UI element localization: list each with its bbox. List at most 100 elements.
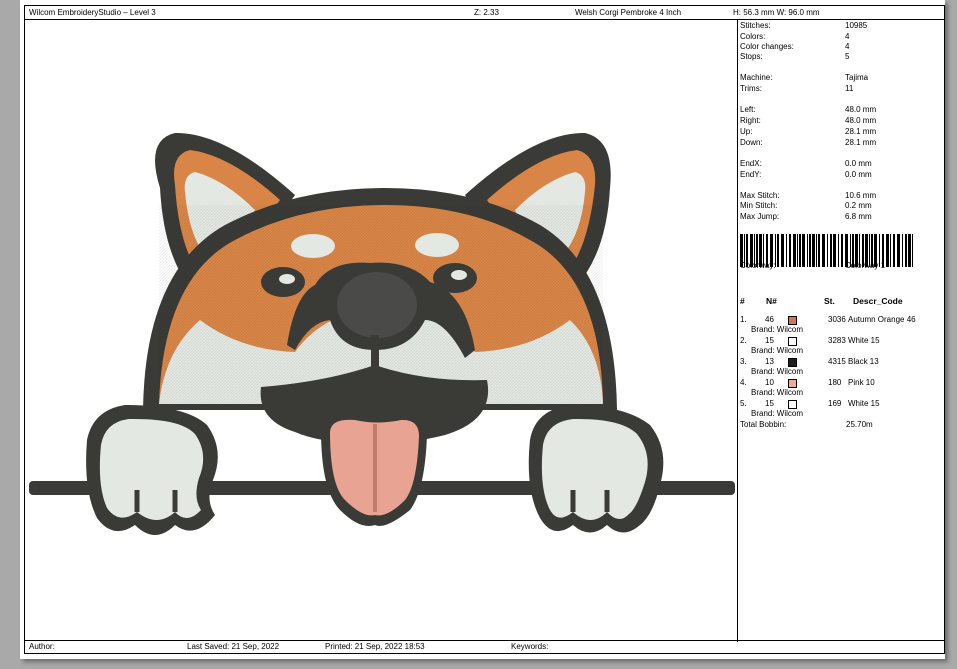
stat-value: 4 [845, 42, 850, 51]
keywords-label: Keywords: [511, 642, 549, 651]
needle-number: 15 [765, 336, 774, 345]
needle-number: 46 [765, 315, 774, 324]
stat-row: Min Stitch: 0.2 mm [740, 201, 940, 211]
col-description-header: Descr_Code [853, 296, 903, 306]
design-canvas [25, 20, 738, 642]
stitch-count: 3036 [828, 315, 846, 324]
thread-description: White 15 [848, 399, 880, 408]
stat-label: Right: [740, 116, 761, 125]
color-swatch [788, 358, 797, 367]
needle-number: 15 [765, 399, 774, 408]
stat-row: Colors: 4 [740, 32, 940, 42]
thread-brand: Brand: Wilcom [751, 325, 804, 334]
stat-row: Max Stitch: 10.6 mm [740, 191, 940, 201]
thread-description: Autumn Orange 46 [848, 315, 916, 324]
stat-label: Stops: [740, 52, 763, 61]
stat-value: 5 [845, 52, 850, 61]
stat-row: Trims: 11 [740, 84, 940, 94]
stat-label: Down: [740, 138, 763, 147]
stat-value: 28.1 mm [845, 138, 877, 147]
color-index: 5. [740, 399, 747, 408]
total-bobbin-label: Total Bobbin: [740, 420, 787, 429]
stat-value: 0.2 mm [845, 201, 872, 210]
stat-row: Machine: Tajima [740, 73, 940, 83]
thread-description: Black 13 [848, 357, 879, 366]
stat-label: Min Stitch: [740, 201, 778, 210]
color-swatch [788, 379, 797, 388]
stat-value: 4 [845, 32, 850, 41]
stat-row: Stops: 5 [740, 52, 940, 62]
stat-value: 10.6 mm [845, 191, 877, 200]
needle-number: 10 [765, 378, 774, 387]
left-eyebrow [291, 234, 335, 258]
stat-value: 0.0 mm [845, 170, 872, 179]
print-preview-sheet: Wilcom EmbroideryStudio – Level 3 Z: 2.3… [20, 0, 945, 659]
stat-row: Color changes: 4 [740, 42, 940, 52]
stat-label: Color changes: [740, 42, 794, 51]
thread-description: Pink 10 [848, 378, 875, 387]
nose [337, 272, 417, 338]
printed-date: Printed: 21 Sep, 2022 18:53 [325, 642, 425, 651]
stat-value: 10985 [845, 21, 868, 30]
author-label: Author: [29, 642, 55, 651]
color-row: 2. 15 3283 White 15 [738, 336, 938, 346]
color-swatch [788, 337, 797, 346]
design-name: Welsh Corgi Pembroke 4 Inch [575, 8, 682, 17]
worksheet-frame: Wilcom EmbroideryStudio – Level 3 Z: 2.3… [24, 5, 945, 654]
stat-label: EndY: [740, 170, 762, 179]
stat-label: Colors: [740, 32, 766, 41]
color-index: 1. [740, 315, 747, 324]
stitch-count: 169 [828, 399, 842, 408]
corgi-embroidery-design [29, 132, 735, 535]
stat-label: EndX: [740, 159, 762, 168]
color-swatch [788, 400, 797, 409]
color-index: 3. [740, 357, 747, 366]
stat-row: EndX: 0.0 mm [740, 159, 940, 169]
stat-label: Left: [740, 105, 756, 114]
stat-label: Machine: [740, 73, 773, 82]
color-row: 5. 15 169 White 15 [738, 399, 938, 409]
needle-number: 13 [765, 357, 774, 366]
thread-brand: Brand: Wilcom [751, 388, 804, 397]
stitch-count: 3283 [828, 336, 846, 345]
last-saved: Last Saved: 21 Sep, 2022 [187, 642, 280, 651]
color-index: 4. [740, 378, 747, 387]
total-bobbin-row: Total Bobbin: 25.70m [738, 420, 938, 430]
stat-row: Stitches: 10985 [740, 21, 940, 31]
stat-label: Trims: [740, 84, 762, 93]
col-index-header: # [740, 296, 745, 306]
stat-label: Up: [740, 127, 753, 136]
barcode [740, 234, 913, 267]
color-row: 3. 13 4315 Black 13 [738, 357, 938, 367]
stat-value: 28.1 mm [845, 127, 877, 136]
col-needle-header: N# [766, 296, 777, 306]
app-title: Wilcom EmbroideryStudio – Level 3 [29, 8, 156, 17]
stat-row: Down: 28.1 mm [740, 138, 940, 148]
stat-row: Up: 28.1 mm [740, 127, 940, 137]
stat-label: Stitches: [740, 21, 771, 30]
stat-value: 48.0 mm [845, 116, 877, 125]
stat-value: 6.8 mm [845, 212, 872, 221]
stat-row: Right: 48.0 mm [740, 116, 940, 126]
zoom-level: Z: 2.33 [474, 8, 499, 17]
right-eyebrow [415, 233, 459, 257]
color-swatch [788, 316, 797, 325]
thread-brand: Brand: Wilcom [751, 409, 804, 418]
col-stitches-header: St. [824, 296, 835, 306]
stat-value: 11 [845, 84, 854, 93]
stat-label: Max Stitch: [740, 191, 780, 200]
thread-brand: Brand: Wilcom [751, 367, 804, 376]
thread-brand: Brand: Wilcom [751, 346, 804, 355]
footer-bar: Author: Last Saved: 21 Sep, 2022 Printed… [25, 640, 944, 653]
total-bobbin-value: 25.70m [846, 420, 873, 429]
stat-value: 0.0 mm [845, 159, 872, 168]
design-info-panel: Stitches: 10985 Colors: 4 Color changes: 4 Sto… [738, 20, 944, 642]
stitch-count: 4315 [828, 357, 846, 366]
header-bar: Wilcom EmbroideryStudio – Level 3 Z: 2.3… [25, 6, 944, 20]
color-index: 2. [740, 336, 747, 345]
stat-value: 48.0 mm [845, 105, 877, 114]
thread-description: White 15 [848, 336, 880, 345]
stat-label: Max Jump: [740, 212, 780, 221]
design-size: H: 56.3 mm W: 96.0 mm [733, 8, 820, 17]
color-row: 4. 10 180 Pink 10 [738, 378, 938, 388]
